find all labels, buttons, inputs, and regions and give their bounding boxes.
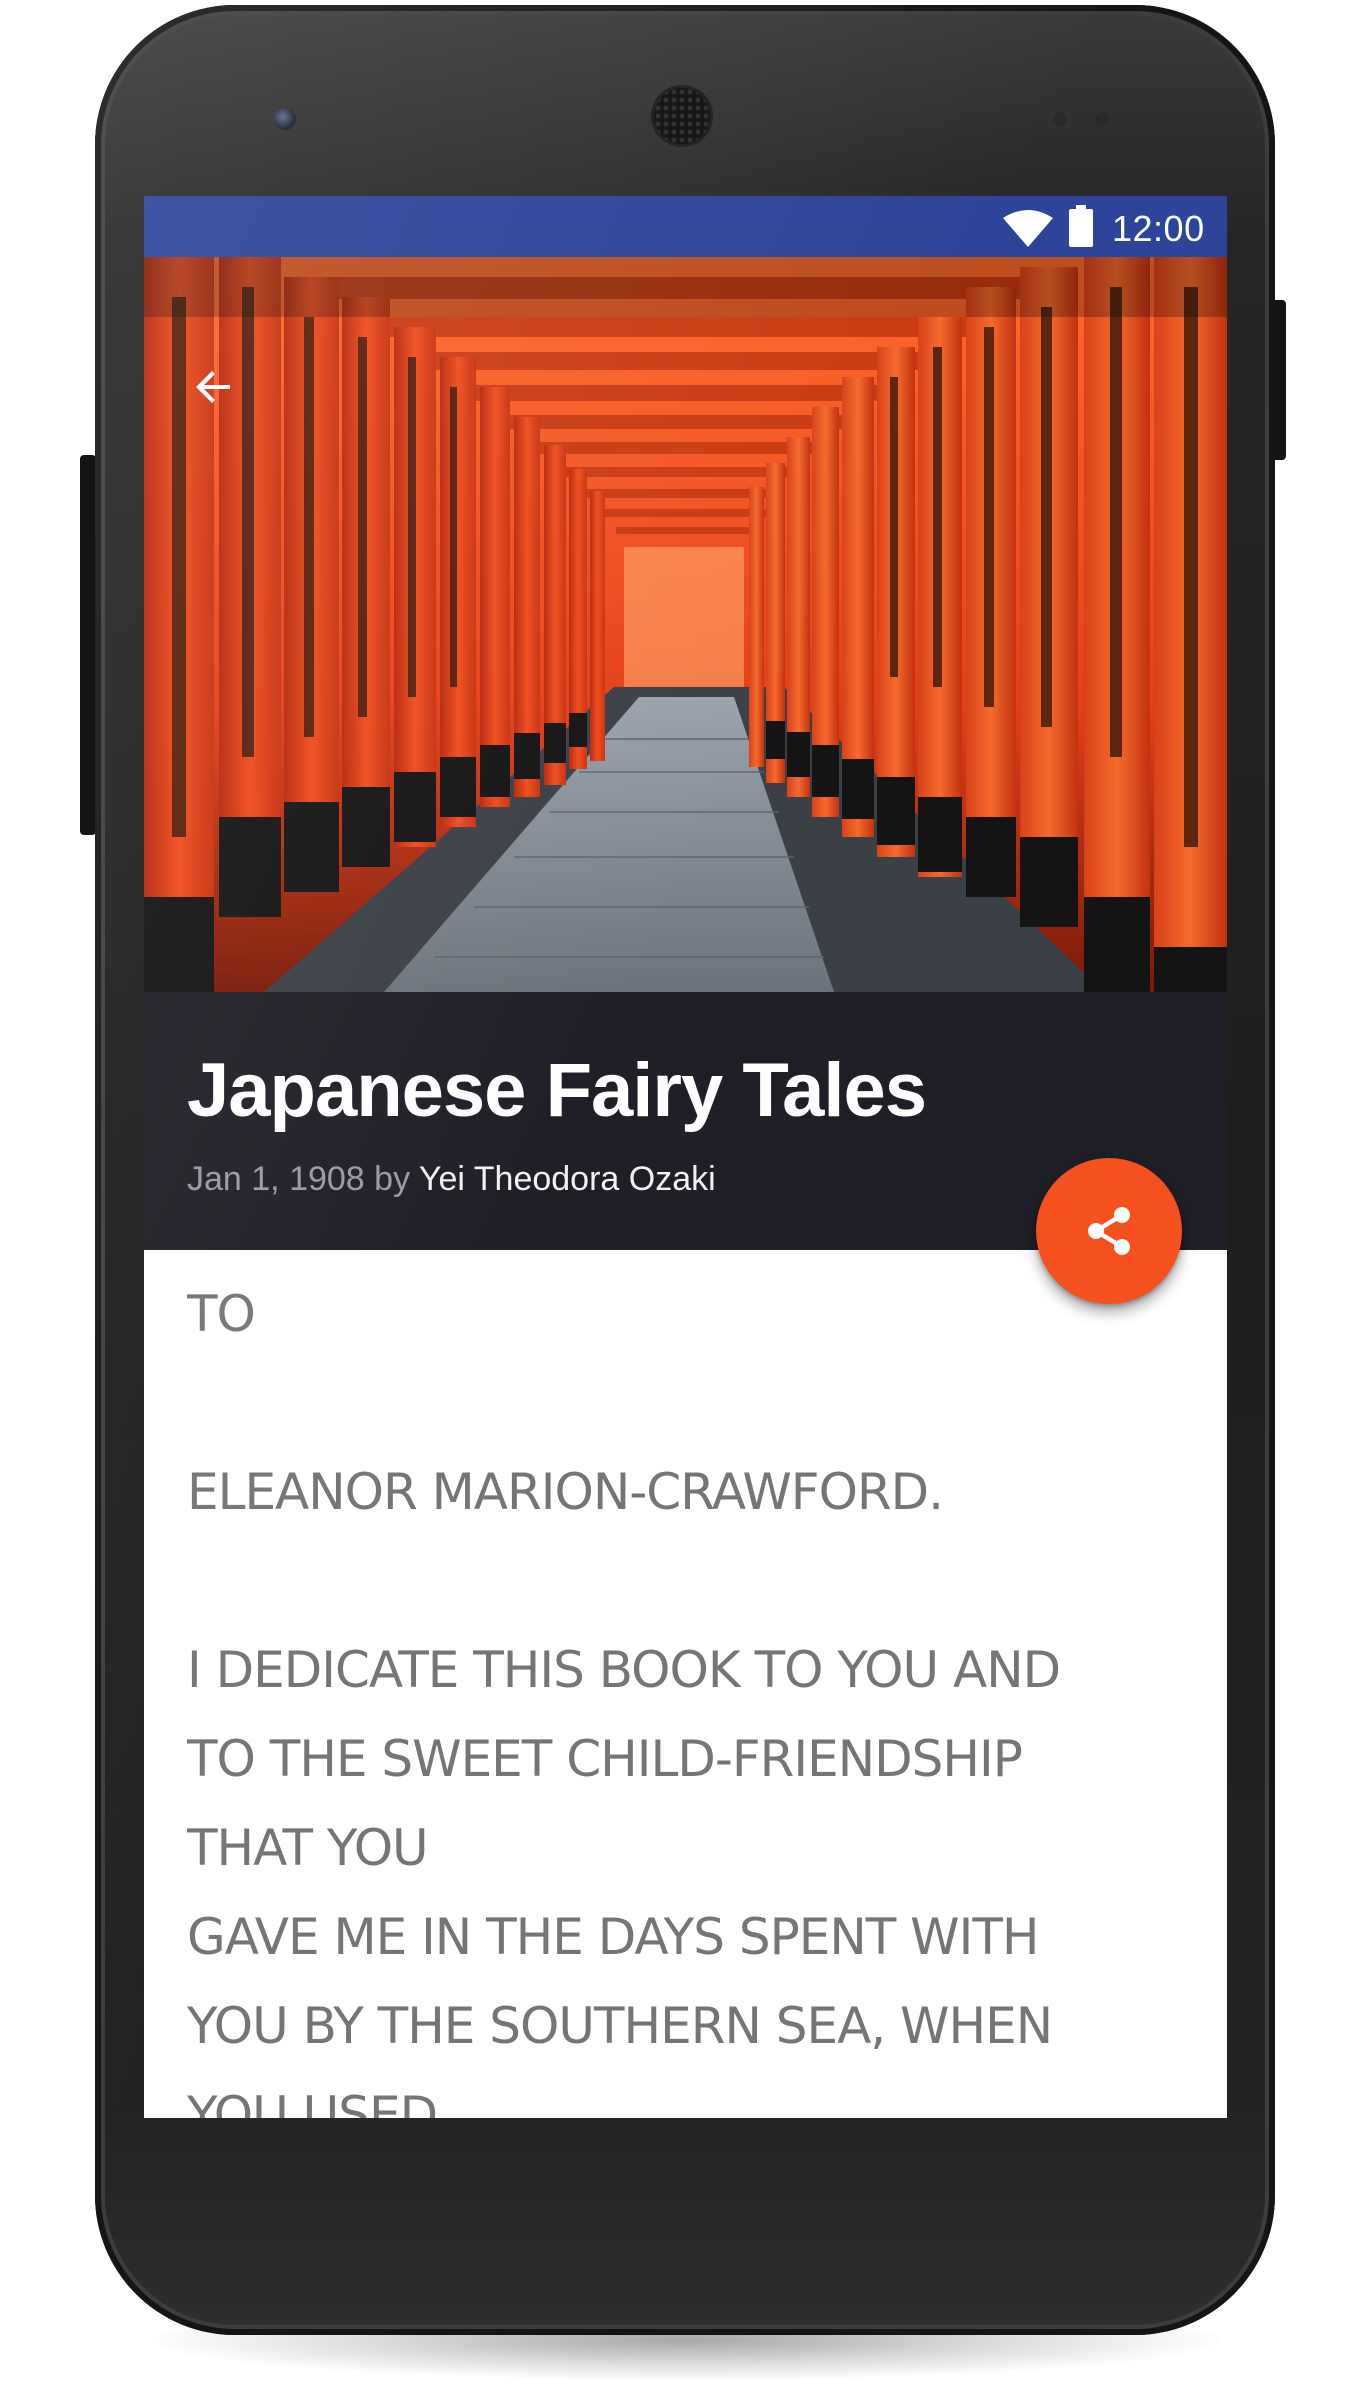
content-line: TO THE SWEET CHILD-FRIENDSHIP (187, 1730, 1023, 1788)
content-line: TO (187, 1285, 256, 1343)
phone-screen: 12:00 Japanese Fairy Tales Jan 1, 1908 b… (144, 196, 1227, 2118)
volume-button (80, 455, 96, 835)
torii-tunnel-illustration (144, 257, 1227, 992)
by-label: by (374, 1160, 411, 1198)
back-button[interactable] (184, 357, 244, 417)
content-line: ELEANOR MARION-CRAWFORD. (187, 1463, 944, 1521)
content-line: YOU USED (187, 2086, 438, 2118)
publish-date: Jan 1, 1908 (187, 1160, 365, 1198)
author-name: Yei Theodora Ozaki (418, 1160, 716, 1198)
content-line: I DEDICATE THIS BOOK TO YOU AND (187, 1641, 1061, 1699)
proximity-sensor (1053, 112, 1067, 126)
device-mockup: 12:00 Japanese Fairy Tales Jan 1, 1908 b… (0, 0, 1370, 2405)
light-sensor (1095, 112, 1109, 126)
wifi-icon (1003, 210, 1053, 247)
content-line: GAVE ME IN THE DAYS SPENT WITH (187, 1908, 1040, 1966)
front-camera (274, 108, 296, 130)
book-meta: Jan 1, 1908 by Yei Theodora Ozaki (187, 1160, 716, 1199)
hero-image (144, 257, 1227, 992)
content-line: THAT YOU (187, 1819, 429, 1877)
content-line: YOU BY THE SOUTHERN SEA, WHEN (187, 1997, 1053, 2055)
battery-icon (1069, 205, 1093, 247)
book-title: Japanese Fairy Tales (187, 1048, 927, 1133)
status-time: 12:00 (1112, 208, 1205, 249)
status-bar: 12:00 (144, 196, 1227, 257)
arrow-back-icon (196, 371, 230, 403)
earpiece-speaker (654, 88, 710, 144)
book-content[interactable]: TO ELEANOR MARION-CRAWFORD. I DEDICATE T… (187, 1250, 1187, 2118)
